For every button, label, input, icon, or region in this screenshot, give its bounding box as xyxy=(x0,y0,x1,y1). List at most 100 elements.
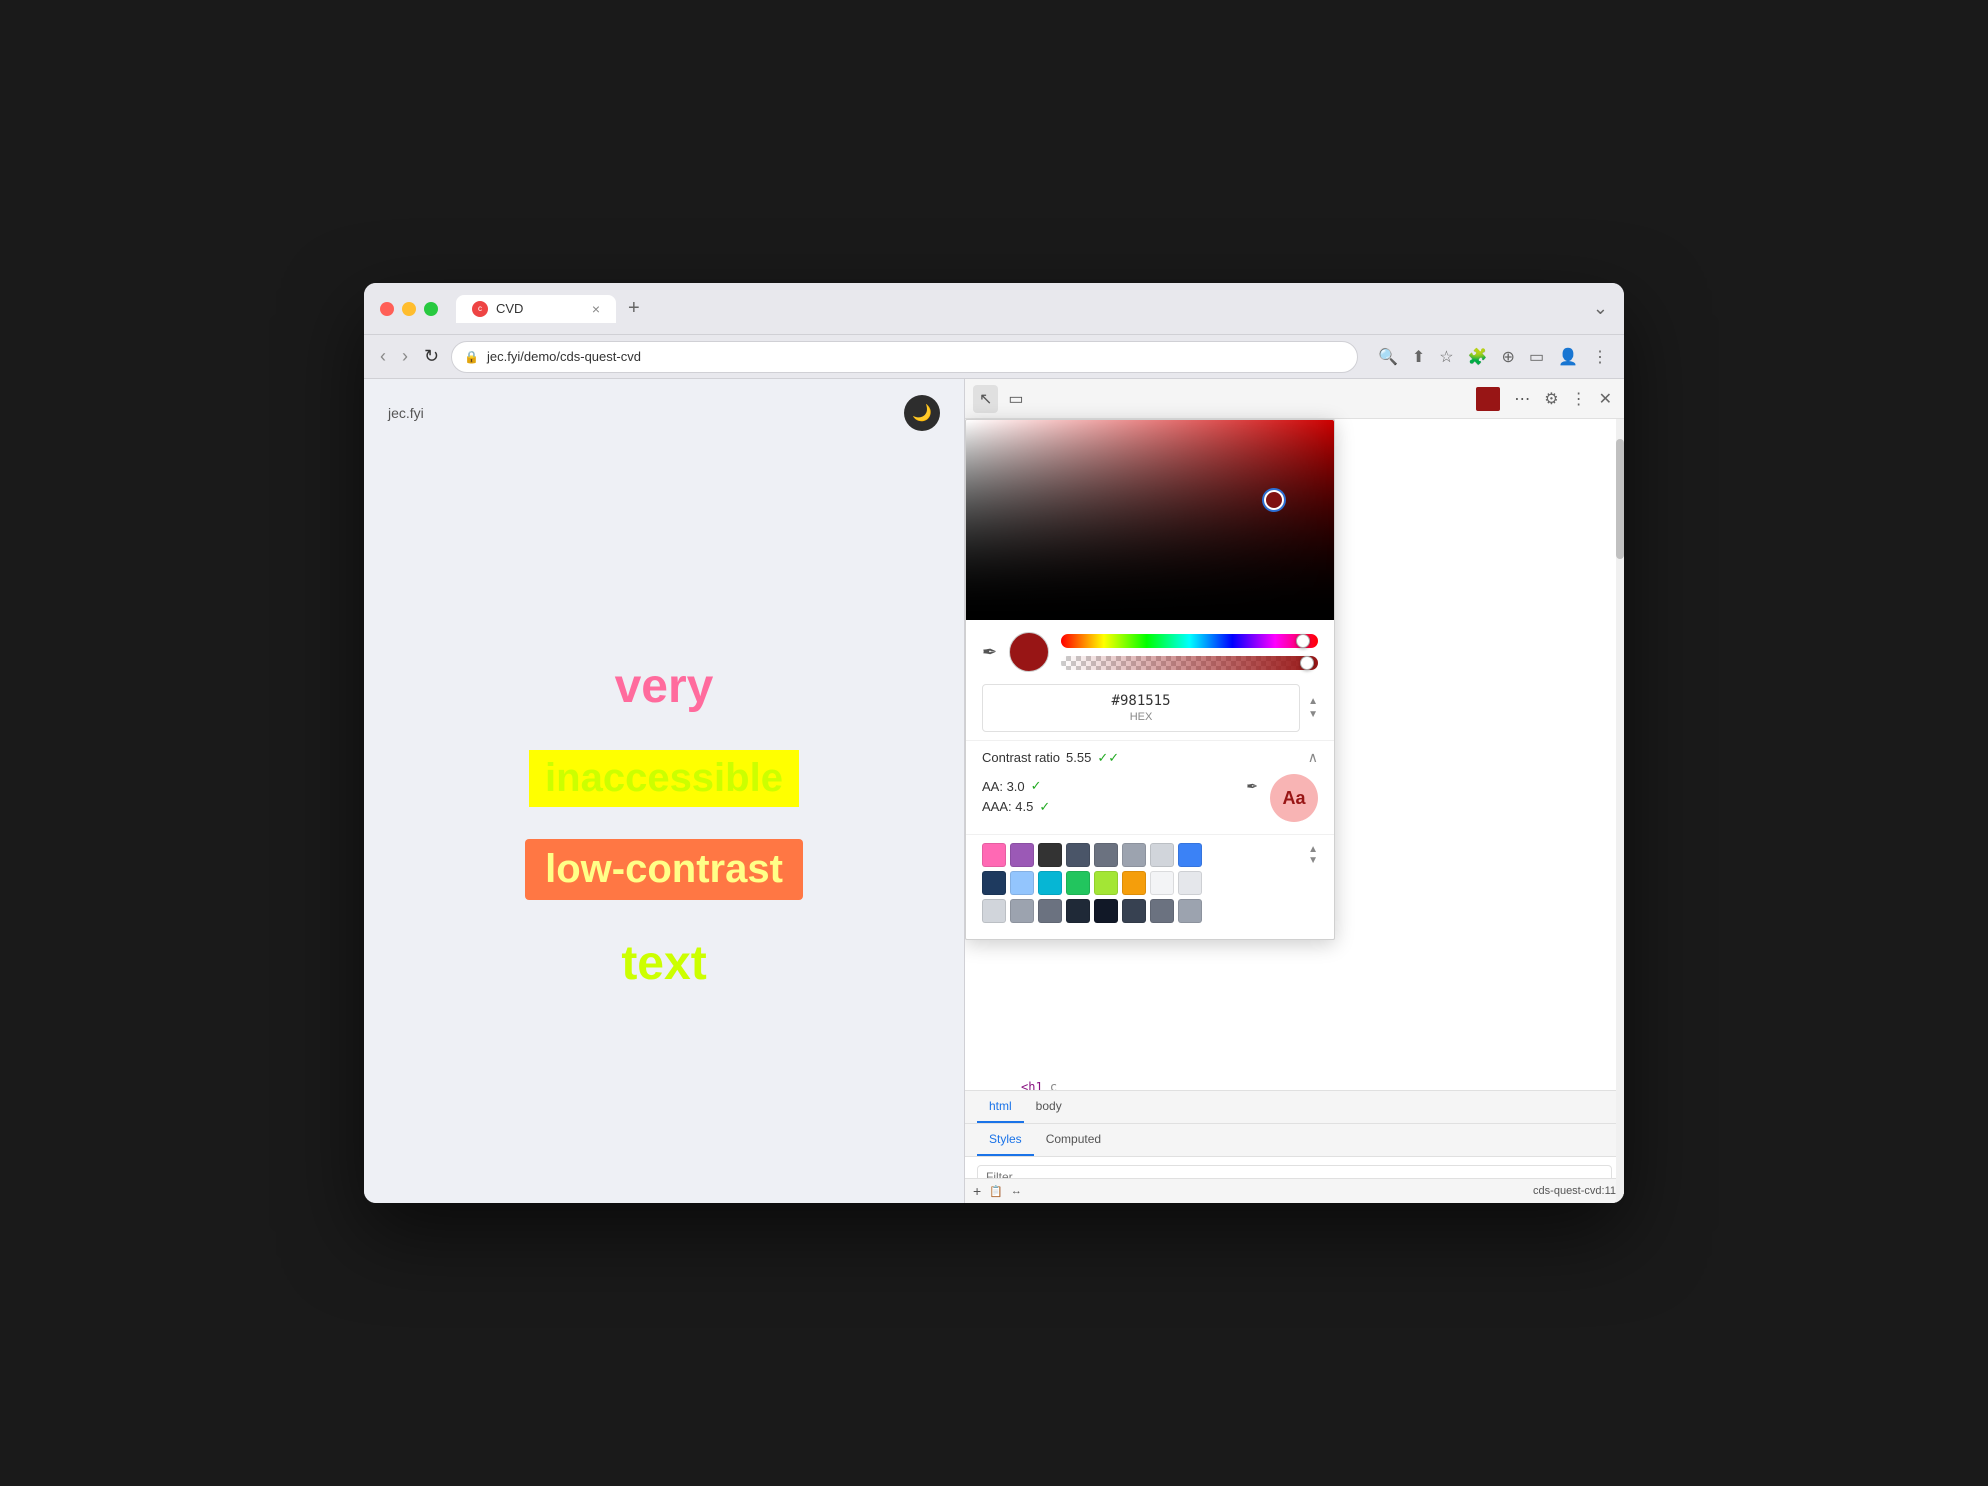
aaa-pass-icon: ✓ xyxy=(1039,799,1050,815)
swatch-gray3[interactable] xyxy=(1150,843,1174,867)
devtools-close-button[interactable]: ✕ xyxy=(1595,385,1616,413)
tab-styles[interactable]: Styles xyxy=(977,1124,1034,1156)
hex-input-wrapper: #981515 HEX xyxy=(982,684,1300,732)
swatch-gray2[interactable] xyxy=(1122,843,1146,867)
swatch-gray8[interactable] xyxy=(1178,899,1202,923)
devtools-panel: ↖ ▭ ⋯ ⚙ ⋮ ✕ ✒ xyxy=(964,379,1624,1203)
moon-icon: 🌙 xyxy=(912,403,932,423)
source-file-label: cds-quest-cvd:11 xyxy=(1533,1185,1616,1197)
color-cursor[interactable] xyxy=(1264,490,1284,510)
reload-button[interactable]: ↻ xyxy=(420,342,443,371)
swatch-pink[interactable] xyxy=(982,843,1006,867)
bookmark-button[interactable]: ☆ xyxy=(1435,343,1457,371)
hex-input-row: #981515 HEX ▲ ▼ xyxy=(966,684,1334,740)
html-line[interactable]: <h1 c xyxy=(965,1077,1624,1091)
url-text: jec.fyi/demo/cds-quest-cvd xyxy=(487,349,641,364)
toggle-changes-button[interactable]: ↔ xyxy=(1011,1185,1022,1197)
swatch-lime[interactable] xyxy=(1094,871,1118,895)
hue-slider[interactable] xyxy=(1061,634,1318,648)
aa-rating: AA: 3.0 ✓ ✒ xyxy=(982,778,1258,795)
swatch-purple[interactable] xyxy=(1010,843,1034,867)
swatch-gray7[interactable] xyxy=(1150,899,1174,923)
eyedropper-button[interactable]: ✒ xyxy=(982,642,997,663)
close-button[interactable] xyxy=(380,302,394,316)
demo-word-low-contrast: low-contrast xyxy=(525,839,803,900)
extensions-button[interactable]: 🧩 xyxy=(1464,343,1492,371)
swatch-darkgray2[interactable] xyxy=(1094,899,1118,923)
hue-slider-thumb[interactable] xyxy=(1296,634,1310,648)
traffic-lights xyxy=(380,302,438,316)
active-tab[interactable]: c CVD × xyxy=(456,295,616,323)
devtools-settings-button[interactable]: ⚙ xyxy=(1540,385,1562,413)
swatch-green[interactable] xyxy=(1066,871,1090,895)
hex-format-arrows[interactable]: ▲ ▼ xyxy=(1308,696,1318,720)
swatch-darkgray1[interactable] xyxy=(1066,899,1090,923)
color-swatch-preview xyxy=(1009,632,1049,672)
swatch-dark1[interactable] xyxy=(1038,843,1062,867)
swatch-gray5[interactable] xyxy=(1010,899,1034,923)
forward-button[interactable]: › xyxy=(398,342,412,371)
swatch-gray4[interactable] xyxy=(982,899,1006,923)
swatch-lightblue[interactable] xyxy=(1010,871,1034,895)
swatch-gray6[interactable] xyxy=(1038,899,1062,923)
swatch-blue[interactable] xyxy=(1178,843,1202,867)
back-button[interactable]: ‹ xyxy=(376,342,390,371)
tab-body[interactable]: body xyxy=(1024,1091,1074,1123)
chrome-menu-button[interactable]: ⋮ xyxy=(1588,343,1612,371)
search-button[interactable]: 🔍 xyxy=(1374,343,1402,371)
more-tools-button[interactable]: ⊕ xyxy=(1498,343,1519,371)
swatch-lightgray2[interactable] xyxy=(1178,871,1202,895)
maximize-button[interactable] xyxy=(424,302,438,316)
color-gradient-canvas[interactable] xyxy=(966,420,1334,620)
devtools-menu-button[interactable]: ⋮ xyxy=(1567,385,1591,413)
contrast-ratio-value: 5.55 xyxy=(1066,750,1091,765)
contrast-details: AA: 3.0 ✓ ✒ AAA: 4.5 ✓ Aa xyxy=(982,766,1318,822)
devtools-tabs-row: html body xyxy=(965,1091,1624,1124)
tab-list-button[interactable]: ⌄ xyxy=(1593,298,1608,319)
contrast-preview-aa: Aa xyxy=(1270,774,1318,822)
aaa-rating: AAA: 4.5 ✓ xyxy=(982,799,1258,815)
alpha-slider[interactable] xyxy=(1061,656,1318,670)
site-label: jec.fyi xyxy=(388,405,424,421)
swatch-cyan[interactable] xyxy=(1038,871,1062,895)
aa-label: AA: 3.0 xyxy=(982,779,1025,794)
hex-value[interactable]: #981515 xyxy=(995,693,1287,709)
swatch-lightgray1[interactable] xyxy=(1150,871,1174,895)
html-panel: <h1 c <h1 c <h1 c <h1 c ▶<styl xyxy=(965,1069,1624,1091)
contrast-ratio-header[interactable]: Contrast ratio 5.55 ✓✓ ∧ xyxy=(982,749,1318,766)
address-bar[interactable]: 🔒 jec.fyi/demo/cds-quest-cvd xyxy=(451,341,1358,373)
new-tab-button[interactable]: + xyxy=(620,297,648,320)
inspector-tool-button[interactable]: ↖ xyxy=(973,385,998,413)
alpha-slider-thumb[interactable] xyxy=(1300,656,1314,670)
tab-computed[interactable]: Computed xyxy=(1034,1124,1113,1156)
styles-tabs-row: Styles Computed xyxy=(965,1124,1624,1157)
share-button[interactable]: ⬆ xyxy=(1408,343,1429,371)
swatch-dark2[interactable] xyxy=(1066,843,1090,867)
dark-mode-toggle[interactable]: 🌙 xyxy=(904,395,940,431)
contrast-expand-button[interactable]: ∧ xyxy=(1308,749,1318,766)
aa-eyedropper-button[interactable]: ✒ xyxy=(1246,778,1258,795)
contrast-pass-icon: ✓✓ xyxy=(1097,750,1119,766)
devtools-scrollbar[interactable] xyxy=(1616,419,1624,1203)
device-emulation-button[interactable]: ▭ xyxy=(1002,385,1029,413)
devtools-more-button[interactable]: ⋯ xyxy=(1508,385,1536,413)
devtools-bottom-bar: + 📋 ↔ cds-quest-cvd:11 xyxy=(965,1178,1624,1203)
swatch-amber[interactable] xyxy=(1122,871,1146,895)
color-sliders xyxy=(1061,634,1318,670)
contrast-ratio-title: Contrast ratio 5.55 ✓✓ xyxy=(982,750,1119,766)
scrollbar-thumb[interactable] xyxy=(1616,439,1624,559)
extensions-panel-button[interactable]: ▭ xyxy=(1525,343,1548,371)
tab-html[interactable]: html xyxy=(977,1091,1024,1123)
mac-window: c CVD × + ⌄ ‹ › ↻ 🔒 jec.fyi/demo/cds-que… xyxy=(364,283,1624,1203)
swatch-gray1[interactable] xyxy=(1094,843,1118,867)
add-styles-button[interactable]: + xyxy=(973,1183,981,1199)
minimize-button[interactable] xyxy=(402,302,416,316)
swatch-scroll-arrows[interactable]: ▲▼ xyxy=(1308,844,1318,866)
swatch-darkgray3[interactable] xyxy=(1122,899,1146,923)
styles-filter-input[interactable] xyxy=(977,1165,1612,1178)
profile-button[interactable]: 👤 xyxy=(1554,343,1582,371)
swatch-navy[interactable] xyxy=(982,871,1006,895)
new-style-rule-button[interactable]: 📋 xyxy=(989,1185,1003,1198)
styles-panel: element.style { } .line1 { color : #9815… xyxy=(965,1157,1624,1178)
tab-close-button[interactable]: × xyxy=(592,301,600,317)
